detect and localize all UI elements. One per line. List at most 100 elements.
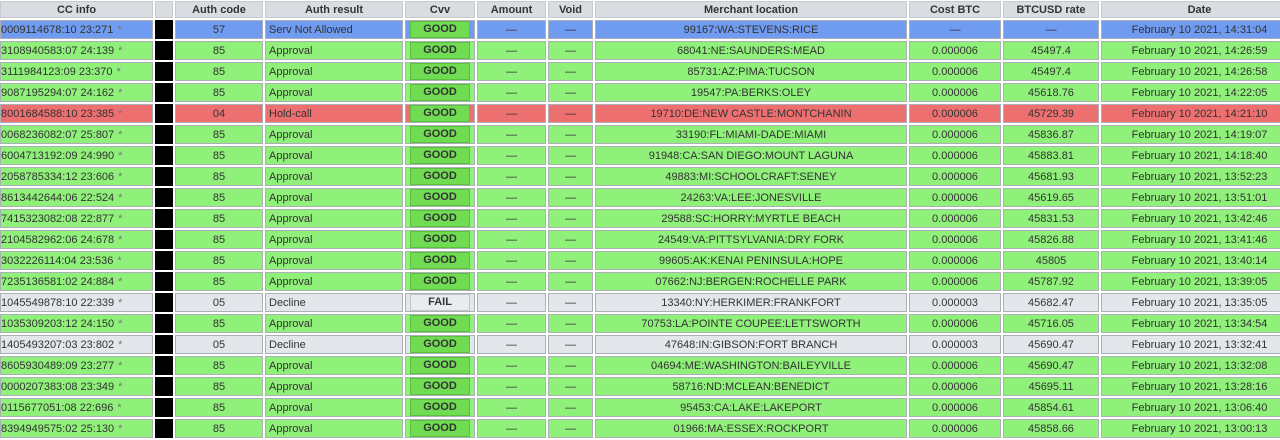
star-icon[interactable]: * [118, 192, 122, 204]
header-cvv[interactable]: Cvv [405, 1, 475, 18]
btcusd-rate: 45787.92 [1003, 272, 1099, 291]
auth-code: 04 [175, 104, 263, 123]
amount: — [477, 272, 546, 291]
table-row[interactable]: 7235136581:02 24:884 * 85 Approval GOOD — —076… [0, 272, 1280, 291]
auth-result: Approval [265, 83, 403, 102]
cvv-cell: GOOD [405, 188, 475, 207]
void: — [548, 104, 593, 123]
table-row[interactable]: 8001684588:10 23:385 * 04 Hold-call GOOD — —19… [0, 104, 1280, 123]
table-row[interactable]: 9087195294:07 24:162 * 85 Approval GOOD — —195… [0, 83, 1280, 102]
star-icon[interactable]: * [118, 108, 122, 120]
date: February 10 2021, 13:52:23 [1101, 167, 1280, 186]
cc-number: 9087195294:07 24:162 [1, 86, 115, 99]
date: February 10 2021, 13:06:40 [1101, 398, 1280, 417]
date: February 10 2021, 14:26:59 [1101, 41, 1280, 60]
auth-code: 05 [175, 293, 263, 312]
amount: — [477, 419, 546, 438]
cc-number: 8001684588:10 23:385 [1, 107, 115, 120]
star-icon[interactable]: * [118, 360, 122, 372]
header-auth-code[interactable]: Auth code [175, 1, 263, 18]
star-icon[interactable]: * [117, 24, 121, 36]
star-icon[interactable]: * [118, 234, 122, 246]
masked-cell [155, 188, 173, 207]
table-row[interactable]: 3108940583:07 24:139 * 85 Approval GOOD — —680… [0, 41, 1280, 60]
table-row[interactable]: 1405493207:03 23:802 * 05 Decline GOOD — —4764… [0, 335, 1280, 354]
auth-code: 85 [175, 230, 263, 249]
auth-result: Approval [265, 398, 403, 417]
table-row[interactable]: 7415323082:08 22:877 * 85 Approval GOOD — —295… [0, 209, 1280, 228]
cvv-badge: GOOD [410, 189, 470, 206]
void: — [548, 20, 593, 39]
table-row[interactable]: 0000207383:08 23:349 * 85 Approval GOOD — —587… [0, 377, 1280, 396]
header-amount[interactable]: Amount [477, 1, 546, 18]
table-row[interactable]: 2104582962:06 24:678 * 85 Approval GOOD — —245… [0, 230, 1280, 249]
star-icon[interactable]: * [117, 402, 121, 414]
amount: — [477, 167, 546, 186]
cc-info-cell: 8613442644:06 22:524 * [0, 188, 153, 207]
table-row[interactable]: 3111984123:09 23:370 * 85 Approval GOOD — —857… [0, 62, 1280, 81]
auth-result: Approval [265, 272, 403, 291]
star-icon[interactable]: * [118, 45, 122, 57]
masked-cell [155, 419, 173, 438]
cost-btc: 0.000006 [909, 167, 1001, 186]
star-icon[interactable]: * [118, 87, 122, 99]
cc-number: 1045549878:10 22:339 [1, 296, 115, 309]
date: February 10 2021, 14:21:10 [1101, 104, 1280, 123]
auth-code: 85 [175, 251, 263, 270]
cc-number: 3111984123:09 23:370 [1, 65, 113, 78]
cc-info-cell: 7415323082:08 22:877 * [0, 209, 153, 228]
star-icon[interactable]: * [118, 150, 122, 162]
table-row[interactable]: 8613442644:06 22:524 * 85 Approval GOOD — —242… [0, 188, 1280, 207]
star-icon[interactable]: * [118, 381, 122, 393]
auth-result: Approval [265, 314, 403, 333]
cost-btc: 0.000006 [909, 230, 1001, 249]
table-row[interactable]: 1035309203:12 24:150 * 85 Approval GOOD — —707… [0, 314, 1280, 333]
star-icon[interactable]: * [118, 339, 122, 351]
star-icon[interactable]: * [118, 318, 122, 330]
table-row[interactable]: 1045549878:10 22:339 * 05 Decline FAIL — —1334… [0, 293, 1280, 312]
merchant-location: 58716:ND:MCLEAN:BENEDICT [595, 377, 907, 396]
header-void[interactable]: Void [548, 1, 593, 18]
star-icon[interactable]: * [118, 297, 122, 309]
header-btcusd-rate[interactable]: BTCUSD rate [1003, 1, 1099, 18]
header-date[interactable]: Date [1101, 1, 1280, 18]
amount: — [477, 398, 546, 417]
cost-btc: 0.000006 [909, 272, 1001, 291]
cvv-cell: GOOD [405, 419, 475, 438]
cvv-cell: GOOD [405, 314, 475, 333]
header-merchant-location[interactable]: Merchant location [595, 1, 907, 18]
merchant-location: 01966:MA:ESSEX:ROCKPORT [595, 419, 907, 438]
star-icon[interactable]: * [118, 171, 122, 183]
table-row[interactable]: 2058785334:12 23:606 * 85 Approval GOOD — —498… [0, 167, 1280, 186]
void: — [548, 167, 593, 186]
header-cost-btc[interactable]: Cost BTC [909, 1, 1001, 18]
merchant-location: 68041:NE:SAUNDERS:MEAD [595, 41, 907, 60]
header-cc-info[interactable]: CC info [0, 1, 153, 18]
cvv-badge: GOOD [410, 168, 470, 185]
table-row[interactable]: 0068236082:07 25:807 * 85 Approval GOOD — —331… [0, 125, 1280, 144]
amount: — [477, 293, 546, 312]
void: — [548, 62, 593, 81]
header-blank[interactable] [155, 1, 173, 18]
auth-code: 85 [175, 41, 263, 60]
cost-btc: 0.000006 [909, 62, 1001, 81]
auth-result: Serv Not Allowed [265, 20, 403, 39]
btcusd-rate: 45618.76 [1003, 83, 1099, 102]
star-icon[interactable]: * [117, 255, 121, 267]
star-icon[interactable]: * [118, 129, 122, 141]
table-row[interactable]: 0009114678:10 23:271 * 57 Serv Not Allowed G… [0, 20, 1280, 39]
star-icon[interactable]: * [117, 66, 121, 78]
table-row[interactable]: 0115677051:08 22:696 * 85 Approval GOOD — —954… [0, 398, 1280, 417]
table-row[interactable]: 8605930489:09 23:277 * 85 Approval GOOD — —046… [0, 356, 1280, 375]
star-icon[interactable]: * [118, 276, 122, 288]
header-auth-result[interactable]: Auth result [265, 1, 403, 18]
btcusd-rate: 45497.4 [1003, 62, 1099, 81]
date: February 10 2021, 13:51:01 [1101, 188, 1280, 207]
cvv-cell: GOOD [405, 398, 475, 417]
table-row[interactable]: 8394949575:02 25:130 * 85 Approval GOOD — —019… [0, 419, 1280, 438]
table-row[interactable]: 6004713192:09 24:990 * 85 Approval GOOD — —919… [0, 146, 1280, 165]
star-icon[interactable]: * [118, 213, 122, 225]
btcusd-rate: 45619.65 [1003, 188, 1099, 207]
table-row[interactable]: 3032226114:04 23:536 * 85 Approval GOOD — —996… [0, 251, 1280, 270]
cvv-badge: GOOD [410, 63, 470, 80]
